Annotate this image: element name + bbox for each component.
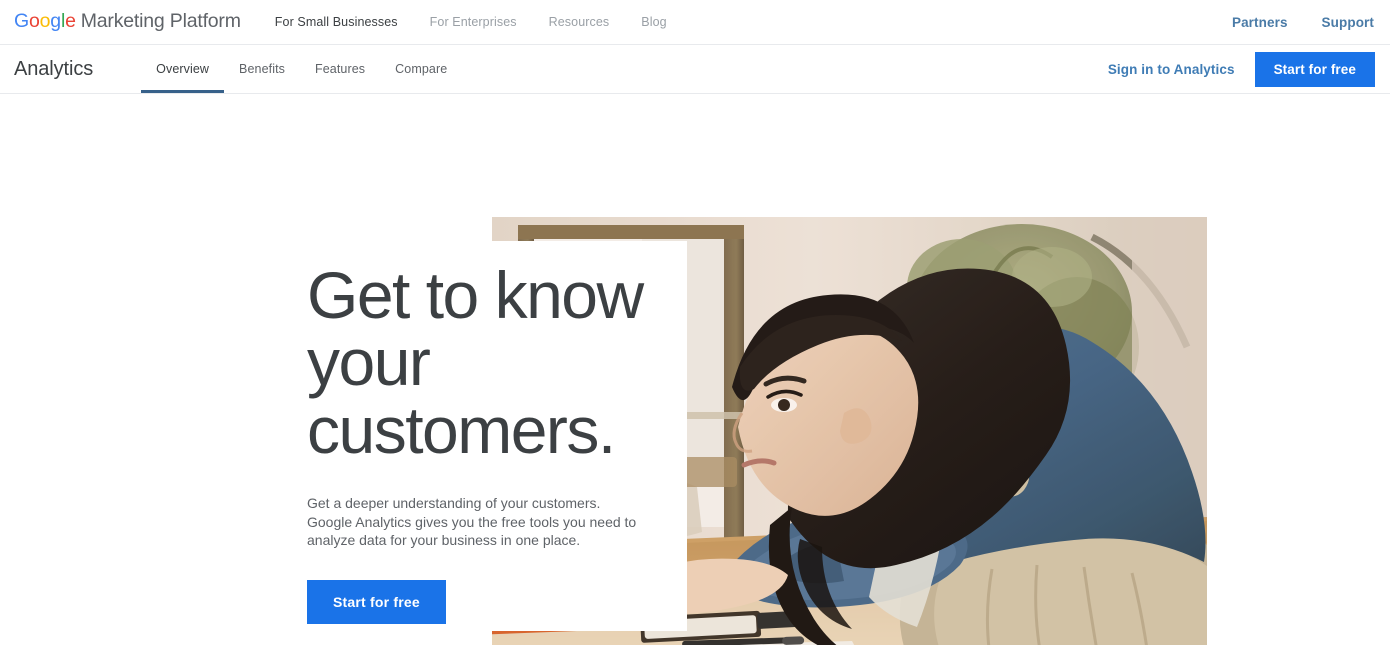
hero-subtitle: Get a deeper understanding of your custo… xyxy=(307,494,637,549)
logo-letter-o-red: o xyxy=(28,10,40,33)
tab-features[interactable]: Features xyxy=(300,45,380,93)
hero-headline: Get to know your customers. xyxy=(307,258,644,467)
global-nav-item-for-enterprises[interactable]: For Enterprises xyxy=(430,15,517,29)
global-header: Google Marketing Platform For Small Busi… xyxy=(0,0,1390,45)
global-nav-item-blog[interactable]: Blog xyxy=(641,15,666,29)
product-header: Analytics Overview Benefits Features Com… xyxy=(0,45,1390,94)
start-for-free-button-hero[interactable]: Start for free xyxy=(307,579,446,624)
product-title-analytics[interactable]: Analytics xyxy=(14,58,93,81)
hero-content: Get to know your customers. Get a deeper… xyxy=(307,258,697,624)
tab-compare[interactable]: Compare xyxy=(380,45,462,93)
sign-in-to-analytics-link[interactable]: Sign in to Analytics xyxy=(1108,62,1235,77)
global-header-right-links: Partners Support xyxy=(1232,15,1374,30)
global-nav-item-resources[interactable]: Resources xyxy=(549,15,610,29)
product-header-actions: Sign in to Analytics Start for free xyxy=(1108,51,1375,87)
logo-letter-g-blue: G xyxy=(14,10,29,33)
logo-letter-o-yellow: o xyxy=(39,10,51,33)
logo-suffix-text: Marketing Platform xyxy=(80,10,241,33)
tab-benefits[interactable]: Benefits xyxy=(224,45,300,93)
product-nav: Overview Benefits Features Compare xyxy=(141,45,462,93)
hero-section: Get to know your customers. Get a deeper… xyxy=(0,94,1390,645)
partners-link[interactable]: Partners xyxy=(1232,15,1288,30)
start-for-free-button-header[interactable]: Start for free xyxy=(1254,51,1375,87)
global-nav: For Small Businesses For Enterprises Res… xyxy=(275,15,667,29)
support-link[interactable]: Support xyxy=(1322,15,1374,30)
logo-letter-e-red: e xyxy=(65,10,76,33)
google-wordmark: Google xyxy=(14,12,76,32)
global-nav-item-for-small-businesses[interactable]: For Small Businesses xyxy=(275,15,398,29)
tab-overview[interactable]: Overview xyxy=(141,45,224,93)
google-marketing-platform-logo[interactable]: Google Marketing Platform xyxy=(14,12,241,32)
logo-letter-g-blue-2: g xyxy=(50,10,61,33)
